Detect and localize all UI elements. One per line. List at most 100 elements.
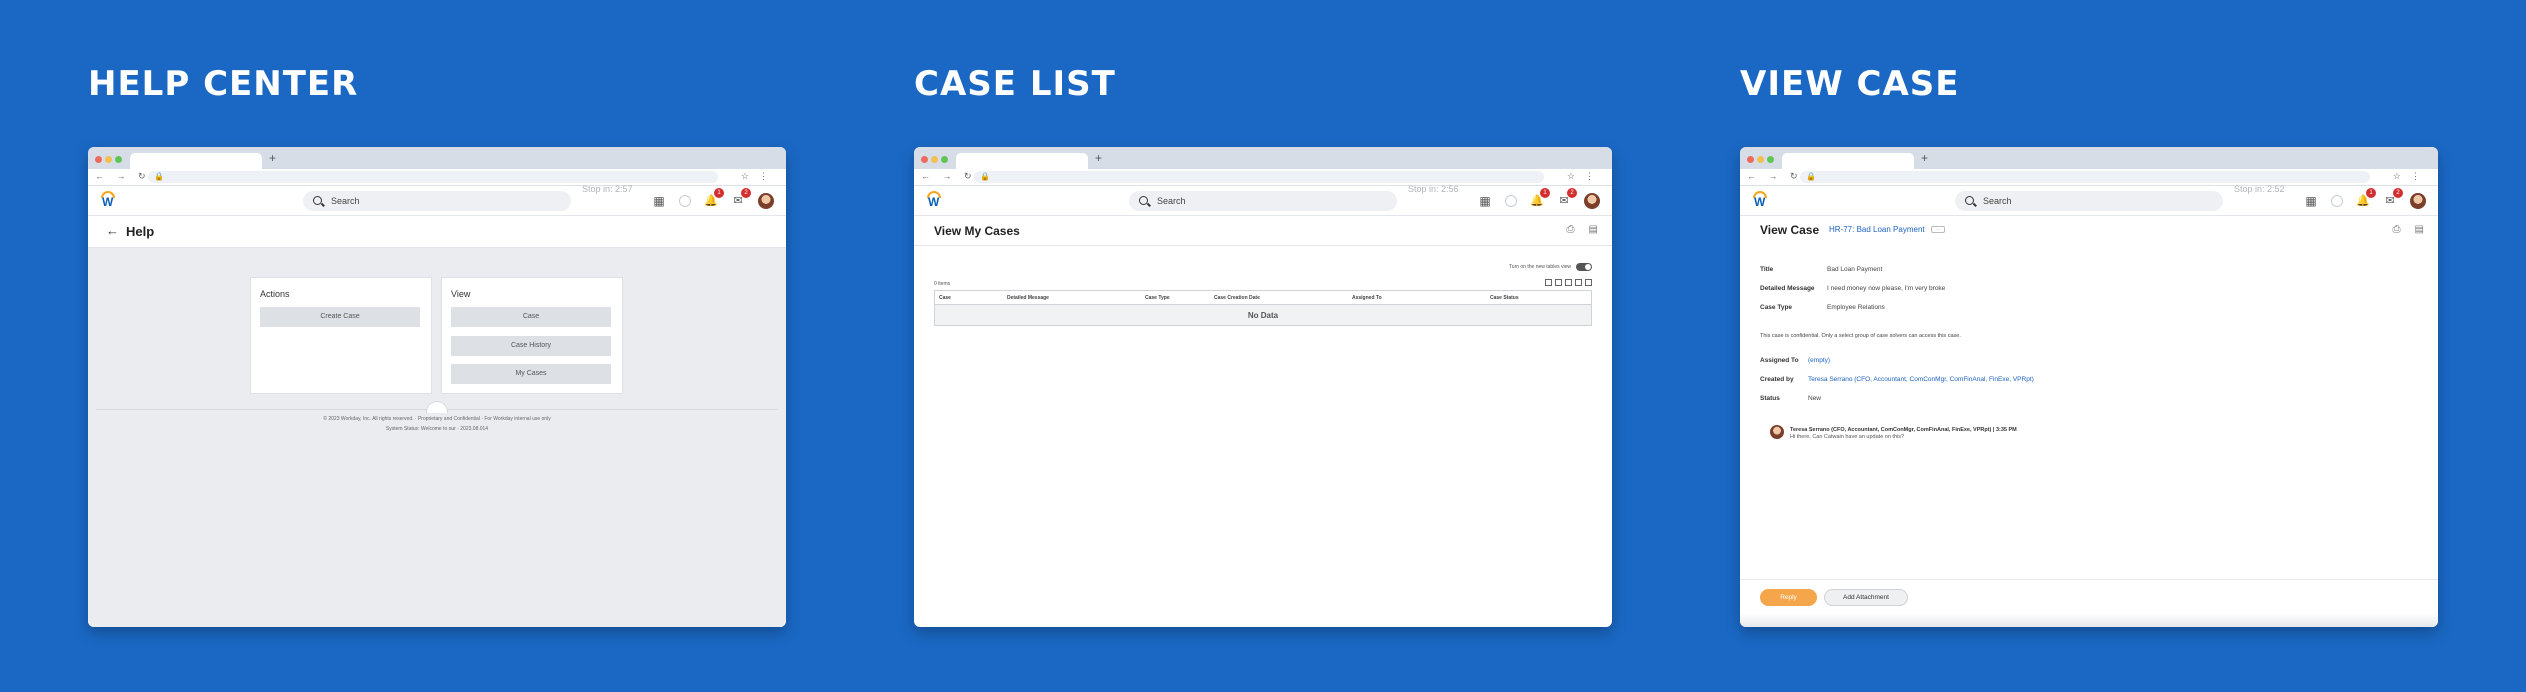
search-placeholder: Search (1157, 196, 1186, 206)
new-tab-icon[interactable]: + (269, 151, 276, 165)
apps-grid-icon[interactable]: ▦ (2304, 194, 2318, 208)
actions-card-title: Actions (260, 289, 290, 299)
stop-timer: Stop in: 2:52 (2234, 184, 2285, 194)
browser-tab-strip: + (1740, 147, 2438, 169)
browser-tab[interactable] (130, 153, 262, 169)
browser-window-view: + ← → ↻ 🔒 ☆⋮ W Search Stop in: 2:52 ▦ 🔔 1… (1740, 147, 2438, 627)
inbox-icon[interactable]: ✉ 2 (731, 188, 751, 208)
new-tab-icon[interactable]: + (1095, 151, 1102, 165)
view-card-title: View (451, 289, 471, 299)
avatar[interactable] (758, 193, 774, 209)
bookmark-menu-icon[interactable]: ☆⋮ (741, 171, 778, 182)
notification-badge: 1 (714, 188, 724, 198)
reply-button[interactable]: Reply (1760, 589, 1817, 606)
lock-icon: 🔒 (154, 172, 164, 181)
notifications-bell-icon[interactable]: 🔔 1 (2356, 188, 2376, 208)
case-reference-link[interactable]: HR-77: Bad Loan Payment (1829, 225, 1925, 234)
add-attachment-button[interactable]: Add Attachment (1824, 589, 1908, 606)
window-controls[interactable] (95, 156, 122, 163)
print-icon[interactable]: ▤ (1589, 224, 1598, 235)
avatar[interactable] (2410, 193, 2426, 209)
workday-logo[interactable]: W (1752, 191, 1768, 209)
column-header[interactable]: Detailed Message (1007, 295, 1049, 301)
stop-timer: Stop in: 2:57 (582, 184, 633, 194)
table-export-icon[interactable] (1545, 279, 1552, 286)
table-header: Case Detailed Message Case Type Case Cre… (935, 291, 1591, 305)
browser-window-list: + ← → ↻ 🔒 ☆⋮ W Search Stop in: 2:56 ▦ 🔔 1… (914, 147, 1612, 627)
created-by-link[interactable]: Teresa Serrano (CFO, Accountant, ComConM… (1808, 376, 2034, 383)
browser-tab[interactable] (1782, 153, 1914, 169)
heading-view-case: VIEW CASE (1740, 64, 1960, 104)
view-case-button[interactable]: Case (451, 307, 611, 327)
bookmark-menu-icon[interactable]: ☆⋮ (2393, 171, 2430, 182)
inbox-icon[interactable]: ✉ 2 (1557, 188, 1577, 208)
workday-header: W Search Stop in: 2:52 ▦ 🔔 1 ✉ 2 (1740, 184, 2438, 216)
case-list-titlebar: View My Cases ⎙ ▤ (914, 216, 1612, 246)
heading-help-center: HELP CENTER (88, 64, 359, 104)
empty-state: No Data (935, 305, 1591, 325)
search-input[interactable]: Search (1129, 191, 1397, 211)
export-icon[interactable]: ⎙ (1567, 224, 1575, 235)
table-filter-icon[interactable] (1565, 279, 1572, 286)
case-history-button[interactable]: Case History (451, 336, 611, 356)
stop-timer: Stop in: 2:56 (1408, 184, 1459, 194)
footer-system-status[interactable]: System Status: Welcome to our · 2023.08.… (88, 426, 786, 432)
apps-grid-icon[interactable]: ▦ (652, 194, 666, 208)
search-placeholder: Search (331, 196, 360, 206)
back-arrow-icon[interactable]: ← (106, 223, 119, 238)
assistant-icon[interactable] (2331, 195, 2343, 207)
create-case-button[interactable]: Create Case (260, 307, 420, 327)
column-header[interactable]: Case Status (1490, 295, 1519, 301)
url-field[interactable]: 🔒 (974, 171, 1544, 183)
url-field[interactable]: 🔒 (148, 171, 718, 183)
browser-tab[interactable] (956, 153, 1088, 169)
new-tables-toggle[interactable] (1576, 263, 1592, 271)
avatar[interactable] (1584, 193, 1600, 209)
view-case-footer: Reply Add Attachment (1740, 579, 2438, 627)
nav-arrows-icon[interactable]: ← → ↻ (95, 171, 151, 182)
related-actions-button[interactable]: ··· (1931, 226, 1945, 233)
table-fullscreen-icon[interactable] (1585, 279, 1592, 286)
assistant-icon[interactable] (679, 195, 691, 207)
my-cases-button[interactable]: My Cases (451, 364, 611, 384)
notifications-bell-icon[interactable]: 🔔 1 (1530, 188, 1550, 208)
new-tab-icon[interactable]: + (1921, 151, 1928, 165)
actions-card: Actions Create Case (250, 277, 432, 394)
assistant-icon[interactable] (1505, 195, 1517, 207)
field-label-created-by: Created by (1760, 376, 1794, 383)
field-label-case-type: Case Type (1760, 304, 1793, 311)
lock-icon: 🔒 (1806, 172, 1816, 181)
items-count: 0 items (934, 281, 951, 287)
nav-arrows-icon[interactable]: ← → ↻ (921, 171, 977, 182)
window-controls[interactable] (1747, 156, 1774, 163)
apps-grid-icon[interactable]: ▦ (1478, 194, 1492, 208)
column-header[interactable]: Case Creation Date (1214, 295, 1260, 301)
field-label-title: Title (1760, 266, 1774, 273)
window-controls[interactable] (921, 156, 948, 163)
column-header[interactable]: Case (939, 295, 951, 301)
help-page: ← Help Actions Create Case View Case Cas… (88, 216, 786, 627)
workday-logo[interactable]: W (100, 191, 116, 209)
footer-copyright: © 2023 Workday, Inc. All rights reserved… (323, 416, 551, 422)
column-header[interactable]: Assigned To (1352, 295, 1382, 301)
inbox-badge: 2 (1567, 188, 1577, 198)
export-icon[interactable]: ⎙ (2393, 224, 2401, 235)
print-icon[interactable]: ▤ (2415, 224, 2424, 235)
table-columns-icon[interactable] (1575, 279, 1582, 286)
table-pdf-icon[interactable] (1555, 279, 1562, 286)
workday-logo[interactable]: W (926, 191, 942, 209)
inbox-icon[interactable]: ✉ 2 (2383, 188, 2403, 208)
field-label-detailed-message: Detailed Message (1760, 285, 1815, 292)
nav-arrows-icon[interactable]: ← → ↻ (1747, 171, 1803, 182)
notifications-bell-icon[interactable]: 🔔 1 (704, 188, 724, 208)
notification-badge: 1 (2366, 188, 2376, 198)
search-input[interactable]: Search (1955, 191, 2223, 211)
field-value-assigned-to: (empty) (1808, 357, 1831, 364)
message-author: Teresa Serrano (CFO, Accountant, ComConM… (1790, 427, 2017, 433)
search-input[interactable]: Search (303, 191, 571, 211)
bookmark-menu-icon[interactable]: ☆⋮ (1567, 171, 1604, 182)
url-field[interactable]: 🔒 (1800, 171, 2370, 183)
column-header[interactable]: Case Type (1145, 295, 1170, 301)
address-bar: ← → ↻ 🔒 ☆⋮ (88, 169, 786, 186)
workday-header: W Search Stop in: 2:57 ▦ 🔔 1 ✉ 2 (88, 184, 786, 216)
